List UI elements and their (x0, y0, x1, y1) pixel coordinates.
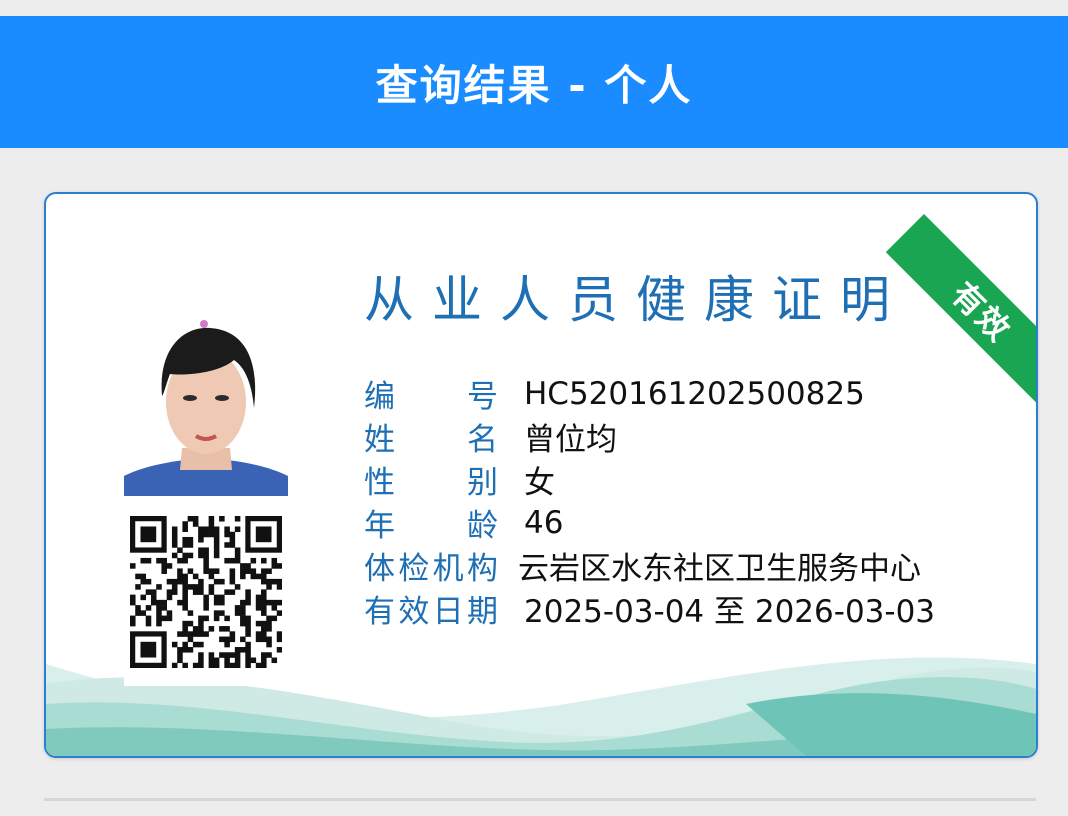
holder-age: 46 (524, 504, 564, 541)
certificate-title: 从业人员健康证明 (364, 271, 908, 329)
qr-code[interactable] (124, 510, 300, 686)
field-row-validity: 有效日期 2025-03-04 至 2026-03-03 (364, 587, 935, 630)
holder-gender: 女 (524, 465, 555, 501)
field-row-institution: 体检机构 云岩区水东社区卫生服务中心 (364, 544, 935, 587)
field-row-name: 姓名 曾位均 (364, 415, 935, 458)
qr-code-icon (130, 516, 282, 668)
id-photo (124, 298, 288, 496)
holder-name: 曾位均 (524, 422, 617, 458)
section-divider (44, 798, 1036, 801)
field-label: 体检机构 (364, 551, 498, 587)
page-header: 查询结果 - 个人 (0, 16, 1068, 148)
page-title: 查询结果 - 个人 (375, 60, 693, 110)
health-certificate-card: 有效 从业人员健康证明 编号 HC520161202500825 姓名 曾位均 … (44, 192, 1038, 758)
field-label: 年龄 (364, 508, 498, 544)
certificate-fields: 编号 HC520161202500825 姓名 曾位均 性别 女 年龄 46 体… (364, 372, 935, 631)
field-label: 有效日期 (364, 594, 498, 630)
status-bar-area (0, 0, 1068, 16)
certificate-number: HC520161202500825 (524, 375, 865, 412)
person-photo-icon (124, 298, 288, 496)
field-row-gender: 性别 女 (364, 458, 935, 501)
validity-period: 2025-03-04 至 2026-03-03 (524, 594, 936, 630)
field-label: 编号 (364, 379, 498, 415)
field-row-number: 编号 HC520161202500825 (364, 372, 935, 416)
exam-institution: 云岩区水东社区卫生服务中心 (518, 551, 921, 587)
field-label: 性别 (364, 465, 498, 501)
field-label: 姓名 (364, 422, 498, 458)
field-row-age: 年龄 46 (364, 501, 935, 545)
